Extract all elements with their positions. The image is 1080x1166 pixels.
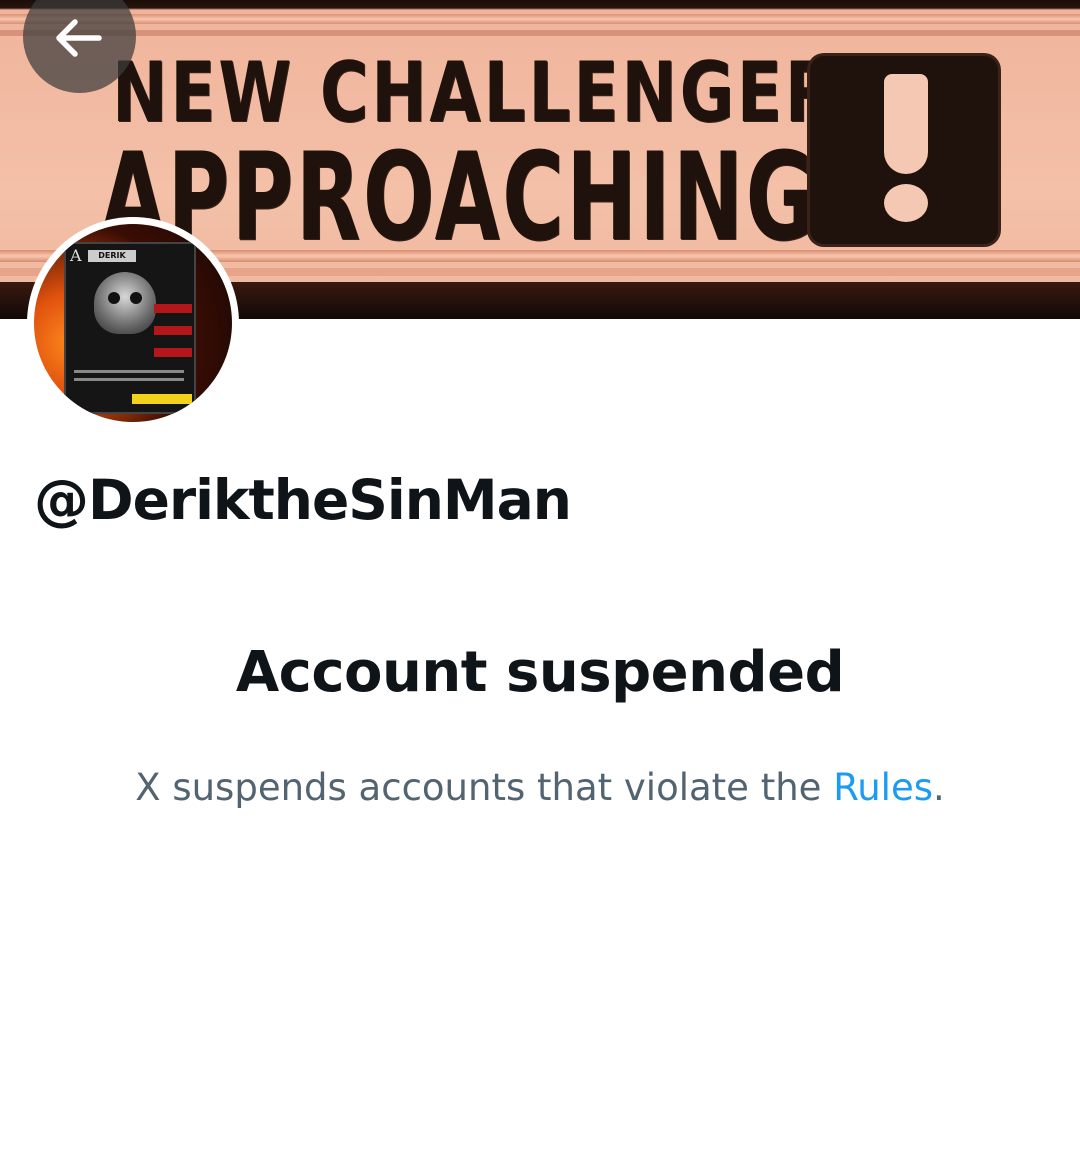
message-text: X suspends accounts that violate the	[135, 766, 834, 809]
profile-handle: @DeriktheSinMan	[34, 468, 572, 532]
skull-icon	[94, 272, 156, 334]
card-name: DERIK	[88, 250, 136, 262]
exclamation-icon	[884, 74, 928, 174]
card-text-line	[74, 378, 184, 381]
rules-link[interactable]: Rules	[833, 766, 933, 809]
card-label	[154, 304, 192, 313]
banner-stripe	[0, 14, 1080, 24]
card-label	[154, 348, 192, 357]
skull-eye	[130, 292, 142, 304]
banner-text-line1: NEW CHALLENGER	[112, 44, 839, 141]
card-letter: A	[70, 246, 82, 265]
card-yellow-label	[132, 394, 192, 404]
profile-page: NEW CHALLENGER APPROACHING A DERIK @Deri…	[0, 0, 1080, 1166]
message-suffix: .	[933, 766, 945, 809]
banner-stripe	[0, 30, 1080, 36]
skull-eye	[108, 292, 120, 304]
card-text-line	[74, 370, 184, 373]
suspended-title: Account suspended	[235, 640, 845, 705]
playing-card-graphic: A DERIK	[64, 242, 196, 414]
arrow-left-icon	[56, 19, 102, 57]
card-label	[154, 326, 192, 335]
exclamation-dot	[884, 184, 928, 222]
suspended-message: X suspends accounts that violate the Rul…	[0, 766, 1080, 809]
avatar-image: A DERIK	[34, 224, 232, 422]
avatar[interactable]: A DERIK	[27, 217, 239, 429]
